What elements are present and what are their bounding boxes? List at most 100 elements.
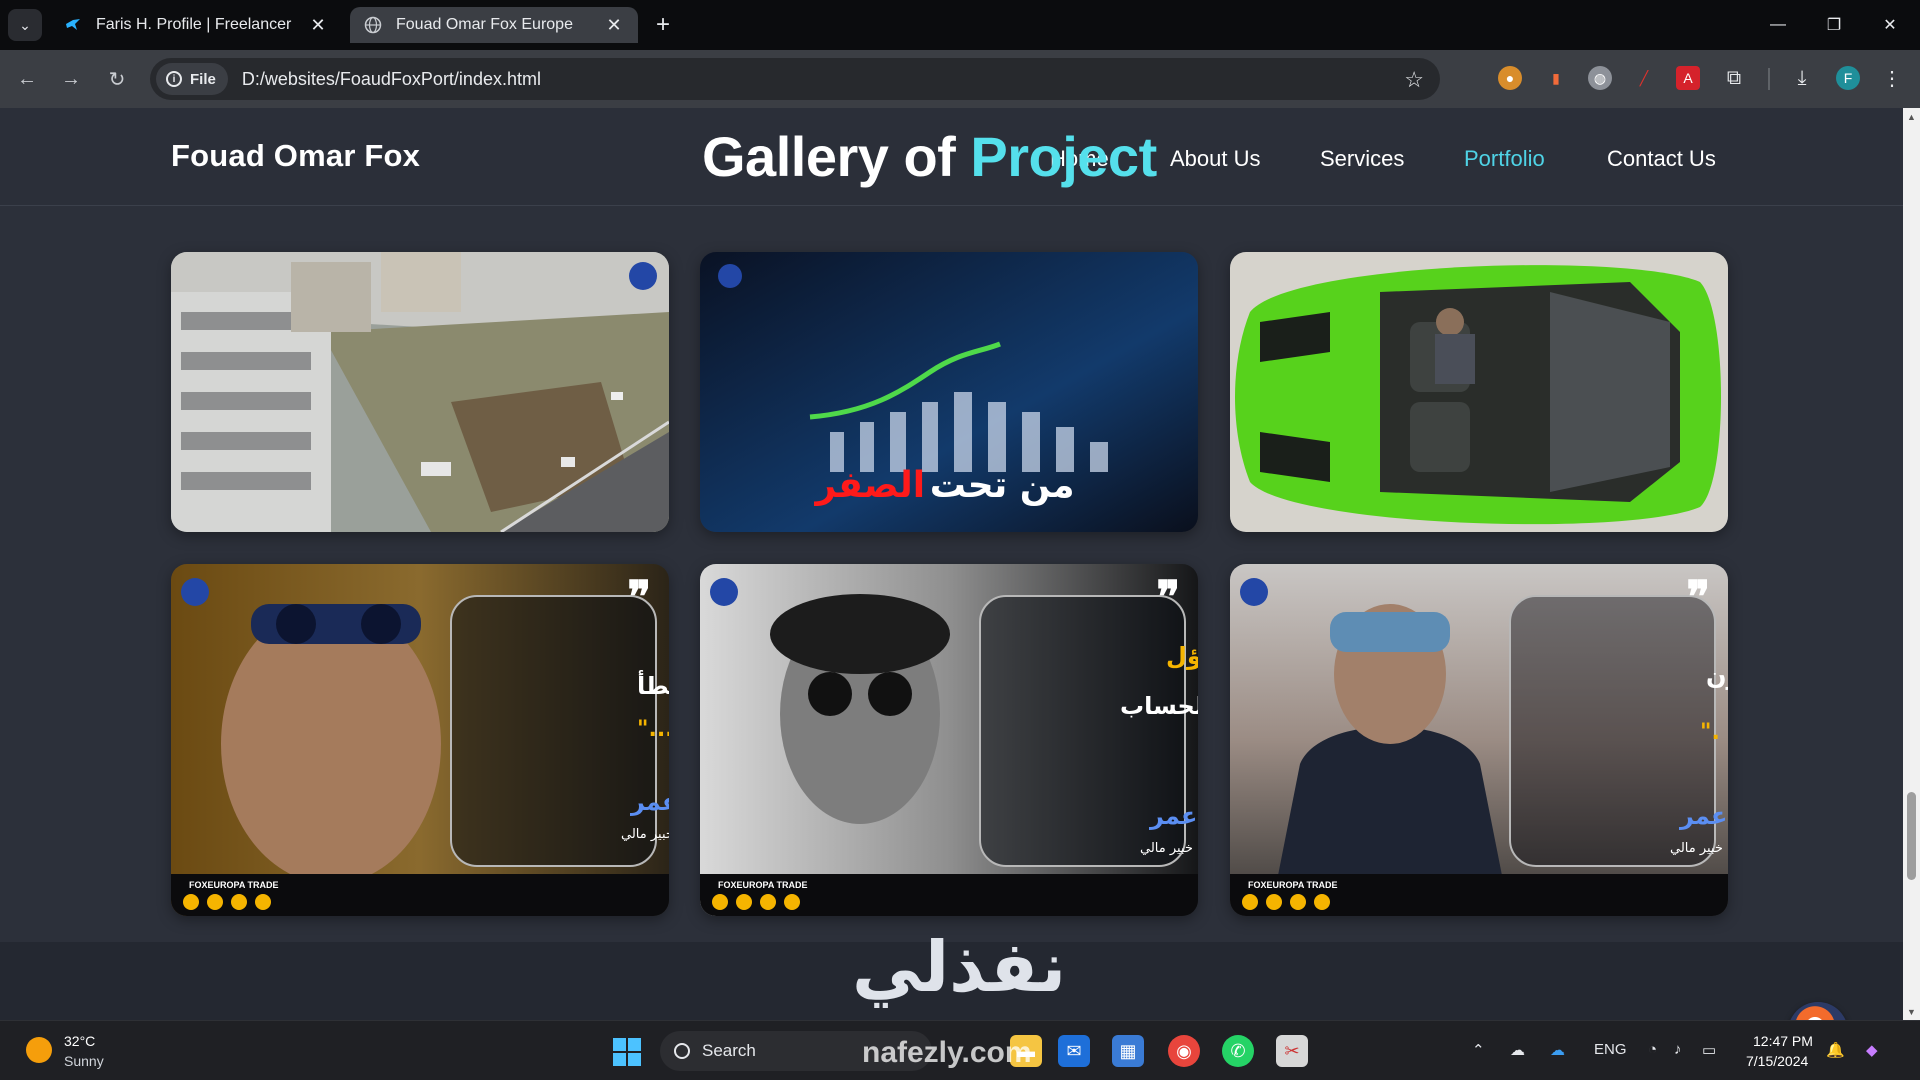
gallery-title: Gallery of Project xyxy=(702,124,1157,189)
signature: فؤاد عمر xyxy=(1679,802,1728,830)
tab-title: Fouad Omar Fox Europe xyxy=(396,16,573,33)
browser-tab-strip: ⌄ Faris H. Profile | Freelancer ✕ Fouad … xyxy=(0,0,1920,50)
gallery-title-main: Gallery of xyxy=(702,125,971,188)
browser-toolbar: ← → ↻ i File D:/websites/FoaudFoxPort/in… xyxy=(0,50,1920,108)
copilot-icon[interactable]: ◆ xyxy=(1866,1041,1878,1059)
thumb-text-white: من تحت xyxy=(930,465,1075,506)
search-icon xyxy=(674,1043,690,1059)
brand-label: FOXEUROPA TRADE xyxy=(1248,880,1338,890)
globe-icon xyxy=(364,16,382,34)
mail-icon[interactable]: ✉ xyxy=(1058,1035,1090,1067)
info-icon: i xyxy=(166,71,182,87)
nav-portfolio[interactable]: Portfolio xyxy=(1464,146,1545,172)
windows-start-icon[interactable] xyxy=(613,1038,641,1066)
scroll-up-arrow-icon[interactable]: ▲ xyxy=(1903,108,1920,125)
cookie-extension-icon[interactable]: ● xyxy=(1498,66,1522,90)
search-label: Search xyxy=(702,1041,756,1060)
brand-label: FOXEUROPA TRADE xyxy=(718,880,808,890)
close-icon[interactable]: ✕ xyxy=(308,15,328,35)
notification-bell-icon[interactable]: 🔔 xyxy=(1826,1041,1845,1059)
weather-condition[interactable]: Sunny xyxy=(64,1053,104,1069)
gallery-card-construction[interactable] xyxy=(171,252,669,532)
pen-extension-icon[interactable]: ╱ xyxy=(1632,66,1656,90)
bookmark-star-icon[interactable]: ☆ xyxy=(1404,67,1424,93)
quote-line-2: وآخرون يستعدون ." xyxy=(1700,717,1728,745)
nav-contact-us[interactable]: Contact Us xyxy=(1607,146,1716,172)
site-info-chip[interactable]: i File xyxy=(156,63,228,95)
green-car-photo xyxy=(1230,252,1728,532)
new-tab-plus-icon[interactable]: + xyxy=(650,11,676,38)
quote-line-1: لا تشتري من التفاؤل xyxy=(1166,642,1198,670)
gallery-card-quote-2[interactable]: ❞ لا تشتري من التفاؤل بل بالحساب فؤاد عم… xyxy=(700,564,1198,916)
quote-card-image: ❞ "لا تركب القطار الخطأ لمجرد ان الانتظا… xyxy=(171,564,669,916)
signature-role: خبير مالي xyxy=(1140,841,1193,856)
url-text[interactable]: D:/websites/FoaudFoxPort/index.html xyxy=(242,69,541,90)
globe-extension-icon[interactable]: ◍ xyxy=(1588,66,1612,90)
signature: فؤاد عمر xyxy=(1149,802,1198,830)
microsoft-store-icon[interactable]: ▦ xyxy=(1112,1035,1144,1067)
clock-date[interactable]: 7/15/2024 xyxy=(1746,1053,1808,1069)
whatsapp-icon[interactable]: ✆ xyxy=(1222,1035,1254,1067)
window-close-icon[interactable]: ✕ xyxy=(1876,12,1904,38)
onedrive-icon[interactable]: ☁ xyxy=(1550,1041,1565,1059)
signature: فؤاد عمر xyxy=(630,788,669,816)
gallery-title-accent: Project xyxy=(970,125,1157,188)
gallery-card-zero-chart[interactable]: من تحت الصفر xyxy=(700,252,1198,532)
quote-line-2: بل بالحساب xyxy=(1120,692,1198,720)
gallery-card-quote-3[interactable]: ❞ "بعض الناس قلقون وآخرون يستعدون ." فؤا… xyxy=(1230,564,1728,916)
gallery-card-quote-1[interactable]: ❞ "لا تركب القطار الخطأ لمجرد ان الانتظا… xyxy=(171,564,669,916)
site-logo[interactable]: Fouad Omar Fox xyxy=(171,138,420,174)
tab-fouad-omar-fox[interactable]: Fouad Omar Fox Europe ✕ xyxy=(350,7,638,43)
tab-title: Faris H. Profile | Freelancer xyxy=(96,16,292,33)
download-icon[interactable]: ⤓ xyxy=(1790,66,1814,90)
sun-icon[interactable] xyxy=(26,1037,52,1063)
signature-role: خبير مالي xyxy=(621,827,669,842)
pdf-extension-icon[interactable]: A xyxy=(1676,66,1700,90)
clock-time[interactable]: 12:47 PM xyxy=(1753,1033,1813,1049)
bookmark-extension-icon[interactable]: ▮ xyxy=(1544,66,1568,90)
signature-role: خبير مالي xyxy=(1670,841,1723,856)
quote-line-2: لمجرد ان الانتظار مزعج..." xyxy=(637,717,669,742)
volume-icon[interactable]: ♪ xyxy=(1674,1041,1682,1058)
svg-text:من تحت الصفر: من تحت الصفر xyxy=(814,465,1075,506)
chrome-icon[interactable]: ◉ xyxy=(1168,1035,1200,1067)
thumb-text-red: الصفر xyxy=(814,465,926,506)
brand-label: FOXEUROPA TRADE xyxy=(189,880,279,890)
restore-icon[interactable]: ❐ xyxy=(1820,12,1848,38)
svg-text:❞: ❞ xyxy=(627,573,651,622)
weather-temperature[interactable]: 32°C xyxy=(64,1033,95,1049)
kebab-menu-icon[interactable]: ⋮ xyxy=(1880,66,1904,90)
minimize-icon[interactable]: — xyxy=(1764,12,1792,38)
wifi-icon[interactable]: ◔ xyxy=(1648,1041,1657,1058)
svg-text:❞: ❞ xyxy=(1686,573,1710,622)
nav-services[interactable]: Services xyxy=(1320,146,1404,172)
chart-thumbnail-image: من تحت الصفر xyxy=(700,252,1198,532)
svg-text:❞: ❞ xyxy=(1156,573,1180,622)
chevron-up-icon[interactable]: ⌃ xyxy=(1472,1041,1485,1059)
cloud-icon[interactable]: ☁ xyxy=(1510,1041,1525,1059)
tab-faris-profile[interactable]: Faris H. Profile | Freelancer ✕ xyxy=(50,7,342,43)
language-indicator[interactable]: ENG xyxy=(1594,1041,1627,1058)
reload-icon[interactable]: ↻ xyxy=(102,64,132,94)
page-viewport: Fouad Omar Fox Home About Us Services Po… xyxy=(0,108,1903,1020)
quote-line-1: "بعض الناس قلقون xyxy=(1706,662,1728,690)
profile-initial: F xyxy=(1843,70,1853,86)
scroll-down-arrow-icon[interactable]: ▼ xyxy=(1903,1003,1920,1020)
profile-avatar[interactable]: F xyxy=(1836,66,1860,90)
quote-card-image: ❞ لا تشتري من التفاؤل بل بالحساب فؤاد عم… xyxy=(700,564,1198,916)
battery-icon[interactable]: ▭ xyxy=(1702,1041,1716,1059)
nav-about-us[interactable]: About Us xyxy=(1170,146,1261,172)
snipping-tool-icon[interactable]: ✂ xyxy=(1276,1035,1308,1067)
back-arrow-icon[interactable]: ← xyxy=(12,64,42,94)
scrollbar-thumb[interactable] xyxy=(1907,792,1916,880)
site-chip-label: File xyxy=(190,70,216,88)
gallery-card-sports-car[interactable] xyxy=(1230,252,1728,532)
forward-arrow-icon[interactable]: → xyxy=(56,64,86,94)
page-scrollbar[interactable]: ▲ ▼ xyxy=(1903,108,1920,1020)
freelancer-bird-icon xyxy=(64,16,82,34)
puzzle-extensions-icon[interactable]: ⧉ xyxy=(1722,66,1746,90)
tab-search-button[interactable]: ⌄ xyxy=(8,9,42,41)
close-icon[interactable]: ✕ xyxy=(604,15,624,35)
address-bar[interactable]: i File D:/websites/FoaudFoxPort/index.ht… xyxy=(150,58,1440,100)
aerial-construction-photo xyxy=(171,252,669,532)
